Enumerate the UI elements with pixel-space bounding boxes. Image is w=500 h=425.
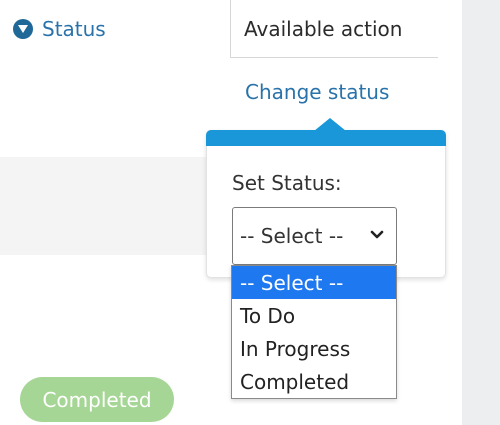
change-status-link[interactable]: Change status bbox=[245, 80, 389, 104]
dropdown-option-select[interactable]: -- Select -- bbox=[232, 266, 396, 299]
status-column-header[interactable]: Status bbox=[0, 0, 230, 59]
status-badge: Completed bbox=[20, 377, 174, 422]
dropdown-option-in-progress[interactable]: In Progress bbox=[232, 332, 396, 365]
set-status-popover: Set Status: -- Select -- bbox=[206, 118, 446, 278]
status-header-label: Status bbox=[42, 17, 106, 41]
popover-header-bar bbox=[206, 130, 446, 146]
available-action-header-label: Available action bbox=[244, 16, 403, 41]
status-table: Status Available action Change status s … bbox=[0, 0, 462, 425]
sort-down-circle-icon[interactable] bbox=[13, 19, 33, 39]
status-select[interactable]: -- Select -- bbox=[232, 207, 397, 265]
status-select-value: -- Select -- bbox=[240, 224, 344, 248]
available-action-column-header: Available action bbox=[230, 0, 438, 58]
dropdown-option-completed[interactable]: Completed bbox=[232, 365, 396, 398]
status-dropdown-list: -- Select -- To Do In Progress Completed bbox=[231, 265, 397, 399]
dropdown-option-to-do[interactable]: To Do bbox=[232, 299, 396, 332]
chevron-down-icon bbox=[370, 230, 384, 239]
set-status-label: Set Status: bbox=[232, 171, 342, 195]
